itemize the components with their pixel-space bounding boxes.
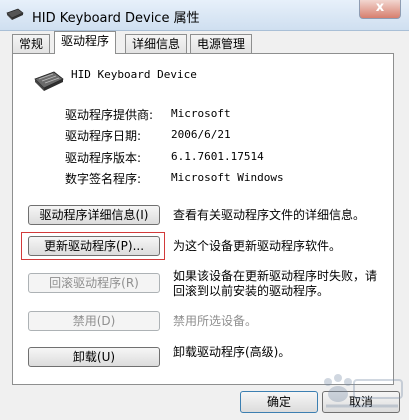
close-button[interactable]: x <box>359 0 401 19</box>
keyboard-icon <box>34 71 64 91</box>
title-bar[interactable]: HID Keyboard Device 属性 x <box>0 0 409 31</box>
driver-date-label: 驱动程序日期: <box>65 129 142 143</box>
baidu-jingyan-watermark <box>324 374 403 408</box>
tab-power-management[interactable]: 电源管理 <box>190 34 253 53</box>
tab-driver[interactable]: 驱动程序 <box>54 31 117 54</box>
ok-button[interactable]: 确定 <box>240 391 318 413</box>
driver-version-label: 驱动程序版本: <box>65 151 142 165</box>
tab-details[interactable]: 详细信息 <box>125 34 188 53</box>
device-name: HID Keyboard Device <box>71 68 197 81</box>
properties-window: HID Keyboard Device 属性 x 常规 驱动程序 详细信息 电源… <box>0 0 409 420</box>
update-driver-button[interactable]: 更新驱动程序(P)... <box>28 236 160 256</box>
tab-general[interactable]: 常规 <box>12 34 51 53</box>
roll-back-driver-description: 如果该设备在更新驱动程序时失败，请回滚到以前安装的驱动程序。 <box>173 269 378 298</box>
disable-button[interactable]: 禁用(D) <box>28 311 160 331</box>
window-title: HID Keyboard Device 属性 <box>32 11 200 26</box>
driver-date-value: 2006/6/21 <box>171 128 231 141</box>
driver-tab-panel: HID Keyboard Device 驱动程序提供商: Microsoft 驱… <box>12 53 394 385</box>
driver-details-button[interactable]: 驱动程序详细信息(I) <box>28 205 160 225</box>
driver-provider-value: Microsoft <box>171 107 231 120</box>
disable-description: 禁用所选设备。 <box>173 314 258 328</box>
digital-signer-label: 数字签名程序: <box>65 172 142 186</box>
uninstall-button[interactable]: 卸载(U) <box>28 347 160 367</box>
uninstall-description: 卸载驱动程序(高级)。 <box>173 345 291 359</box>
driver-provider-label: 驱动程序提供商: <box>65 108 154 122</box>
roll-back-driver-button[interactable]: 回滚驱动程序(R) <box>28 273 160 293</box>
driver-version-value: 6.1.7601.17514 <box>171 150 264 163</box>
update-driver-description: 为这个设备更新驱动程序软件。 <box>173 239 342 253</box>
digital-signer-value: Microsoft Windows <box>171 171 284 184</box>
keyboard-icon <box>6 8 24 20</box>
driver-details-description: 查看有关驱动程序文件的详细信息。 <box>173 208 366 222</box>
